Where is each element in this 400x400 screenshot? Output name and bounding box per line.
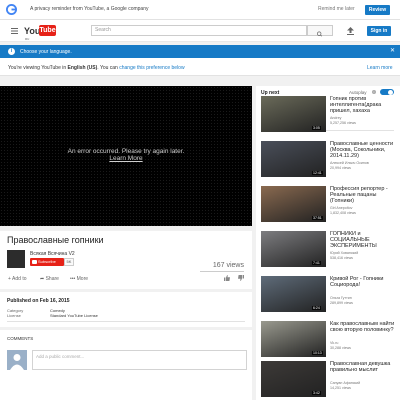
subscribe-logo-icon [32, 260, 37, 264]
related-video-duration: 7:41 [312, 261, 321, 265]
country-code: RU [25, 37, 30, 41]
divider [7, 321, 245, 322]
related-video-title[interactable]: Гопник против интеллигента(драка пришел,… [330, 96, 396, 114]
youtube-logo-tube[interactable]: Tube [39, 25, 56, 36]
publish-date: Published on Feb 16, 2015 [7, 298, 70, 304]
search-icon [317, 31, 323, 37]
subscriber-count: 5K [64, 258, 74, 266]
related-video-owner: Сапуан Афанский [330, 381, 361, 385]
autoplay-toggle-knob [388, 89, 393, 95]
related-video-owner: Andrey [330, 116, 342, 120]
info-icon: i [8, 48, 15, 55]
channel-name[interactable]: Всякая Всячина V2 [30, 251, 75, 257]
related-video-duration: 37:51 [312, 216, 323, 220]
comments-title: COMMENTS [7, 336, 34, 341]
learn-more-link[interactable]: Learn more [367, 65, 393, 71]
share-button[interactable]: ➦ Share [40, 276, 59, 282]
related-video-title[interactable]: Кривой Рог - Гопники Социорода! [330, 276, 396, 288]
video-title: Православные гопники [7, 235, 104, 245]
language-message-prefix: You're viewing YouTube in [8, 65, 68, 71]
user-silhouette-icon [10, 354, 24, 370]
license-value: Standard YouTube License [50, 313, 98, 318]
related-video-duration: 3:42 [312, 391, 321, 395]
autoplay-label: Autoplay [349, 90, 367, 95]
search-button[interactable] [307, 25, 333, 37]
related-video-title[interactable]: Православная девушка правильно мыслит [330, 361, 396, 373]
player-error-message: An error occurred. Please try again late… [67, 148, 185, 155]
language-message: You're viewing YouTube in English (US). … [8, 65, 185, 71]
google-logo-icon [6, 4, 17, 15]
menu-icon[interactable] [11, 28, 18, 34]
related-video-title[interactable]: Профессия репортер - Реальные пацаны (Го… [330, 186, 396, 204]
related-video-owner: Юрий Хованский [330, 251, 359, 255]
license-label: License [7, 313, 21, 318]
related-video-views: 14,251 views [330, 386, 351, 390]
more-button[interactable]: ••• More [70, 276, 88, 282]
thumbs-up-icon[interactable] [224, 275, 230, 281]
related-video-duration: 10:13 [312, 351, 323, 355]
sign-in-button[interactable]: Sign in [367, 26, 391, 36]
related-video-views: 5,257,256 views [330, 121, 356, 125]
review-button[interactable]: Review [365, 5, 390, 15]
reminder-text: A privacy reminder from YouTube, a Googl… [30, 6, 149, 12]
channel-avatar[interactable] [7, 250, 25, 268]
comment-input[interactable]: Add a public comment... [32, 350, 247, 370]
related-video-views: 30,288 views [330, 346, 351, 350]
related-video-duration: 6:24 [312, 306, 321, 310]
language-bar-title: Choose your language. [20, 49, 72, 55]
related-video-views: 538,416 views [330, 256, 353, 260]
related-video-title[interactable]: ГОПНИКИ и СОЦИАЛЬНЫЕ ЭКСПЕРИМЕНТЫ [330, 231, 396, 249]
related-video-duration: 3:05 [312, 126, 321, 130]
related-video-duration: 12:41 [312, 171, 323, 175]
add-to-button[interactable]: + Add to [8, 276, 27, 282]
language-message-mid: . You can [97, 65, 120, 71]
related-video-views: 1,832,408 views [330, 211, 356, 215]
sentiment-bar [200, 271, 244, 272]
close-icon[interactable]: ✕ [390, 47, 395, 54]
related-video-owner: Girl Anepoltov [330, 206, 353, 210]
related-video-views: 289,899 views [330, 301, 353, 305]
view-count: 167 views [212, 262, 244, 269]
current-language: English (US) [67, 65, 98, 71]
change-language-link[interactable]: change this preference below [119, 65, 184, 71]
related-video-title[interactable]: Православные ценности (Москва, Сокольник… [330, 141, 396, 159]
related-video-title[interactable]: Как православным найти свою вторую полов… [330, 321, 396, 333]
user-avatar [7, 350, 27, 370]
related-video-owner: Vk.ru [330, 341, 339, 345]
related-video-owner: Алексей Ильич Осипов [330, 161, 369, 165]
related-video-views: 20,994 views [330, 166, 351, 170]
thumbs-down-icon[interactable] [238, 275, 244, 281]
player-error-learn-more-link[interactable]: Learn More [0, 155, 252, 162]
youtube-logo-text[interactable]: You [24, 26, 40, 36]
search-input[interactable]: Search [91, 25, 307, 36]
related-video-owner: Ольга Гуттин [330, 296, 352, 300]
remind-later-link[interactable]: Remind me later [318, 6, 355, 12]
upload-icon[interactable] [347, 27, 354, 35]
autoplay-info-icon[interactable]: i [372, 90, 376, 94]
